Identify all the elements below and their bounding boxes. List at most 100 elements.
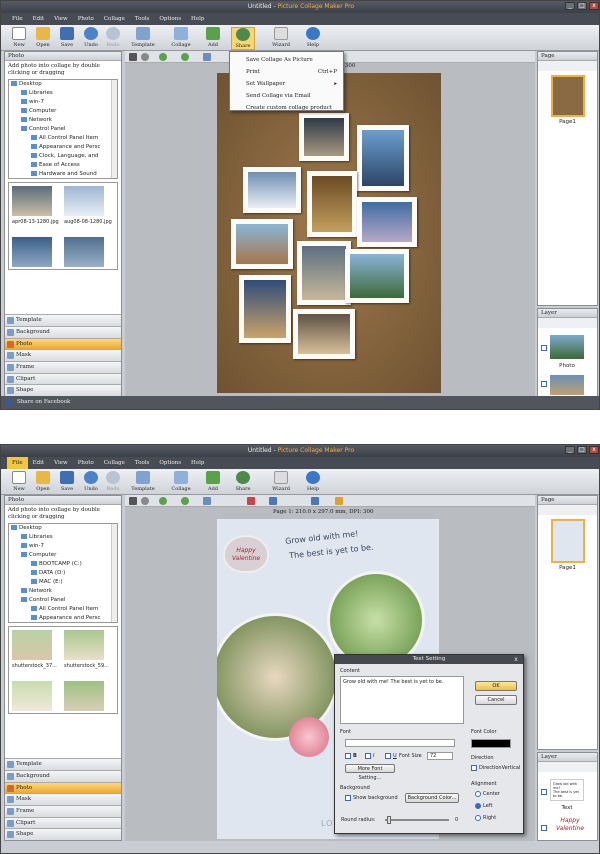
menu-photo[interactable]: Photo (73, 13, 99, 25)
tab-background[interactable]: Background (5, 769, 121, 782)
tree-item[interactable]: Appearance and Persc (9, 614, 117, 622)
maximize-icon[interactable]: □ (577, 446, 587, 454)
collage-photo[interactable] (239, 275, 291, 343)
thumbnail-image[interactable] (12, 681, 52, 711)
tab-clipart[interactable]: Clipart (5, 816, 121, 829)
align-left-radio[interactable] (475, 803, 481, 809)
new-button[interactable]: New (7, 27, 31, 48)
thumbnail-image[interactable] (12, 630, 52, 660)
collage-photo[interactable] (231, 219, 293, 269)
tree-item[interactable]: Hardware and Sound (9, 170, 117, 178)
close-icon[interactable]: x (512, 656, 520, 663)
direction-vertical-checkbox[interactable] (471, 765, 477, 771)
tab-photo[interactable]: Photo (5, 337, 121, 350)
slider-handle[interactable] (387, 816, 391, 824)
layer-thumbnail[interactable]: Grow old with me! The best is yet to be. (550, 779, 584, 801)
layer-checkbox[interactable] (541, 789, 547, 795)
menu-help[interactable]: Help (186, 457, 209, 469)
layer-checkbox[interactable] (541, 381, 547, 387)
folder-tree[interactable]: Desktop Libraries win-7 Computer BOOTCAM… (8, 523, 118, 623)
layout-icon[interactable] (269, 497, 277, 505)
tree-item[interactable]: Computer (9, 107, 117, 116)
underline-checkbox[interactable] (385, 753, 391, 759)
tab-photo[interactable]: Photo (5, 781, 121, 794)
up-arrow-icon[interactable] (159, 53, 167, 61)
collage-photo[interactable] (357, 125, 409, 191)
tab-shape[interactable]: Shape (5, 828, 121, 840)
tab-mask[interactable]: Mask (5, 793, 121, 805)
tree-item[interactable]: Desktop (9, 524, 117, 533)
thumbnail-image[interactable] (12, 186, 52, 216)
template-button[interactable]: Template (129, 471, 157, 492)
open-button[interactable]: Open (31, 27, 55, 48)
help-button[interactable]: Help (301, 27, 325, 48)
round-radius-slider[interactable] (385, 819, 449, 821)
person-icon[interactable] (129, 497, 137, 505)
menu-collage[interactable]: Collage (99, 13, 130, 25)
open-button[interactable]: Open (31, 471, 55, 492)
create-product-item[interactable]: Create custom collage product (230, 102, 343, 114)
minimize-icon[interactable]: _ (565, 446, 575, 454)
add-button[interactable]: Add (201, 471, 225, 492)
tree-item[interactable]: MAC (E:) (9, 578, 117, 587)
collage-button[interactable]: Collage (169, 27, 193, 48)
tree-item[interactable]: Control Panel (9, 125, 117, 134)
share-button[interactable]: Share (231, 471, 255, 492)
person-icon[interactable] (129, 53, 137, 61)
menu-file[interactable]: File (7, 13, 28, 25)
menu-edit[interactable]: Edit (28, 457, 50, 469)
bold-checkbox[interactable] (345, 753, 351, 759)
heart-badge[interactable]: Happy Valentine (223, 535, 269, 573)
menu-options[interactable]: Options (154, 457, 186, 469)
tree-item[interactable]: Computer (9, 551, 117, 560)
layer-thumbnail[interactable]: Happy Valentine (550, 817, 590, 839)
collage-photo[interactable] (307, 171, 357, 237)
tab-template[interactable]: Template (5, 314, 121, 326)
undo-button[interactable]: Undo (79, 27, 103, 48)
page-thumbnail[interactable] (550, 519, 585, 563)
tree-item[interactable]: win-7 (9, 98, 117, 107)
tree-item[interactable]: All Control Panel Item (9, 605, 117, 614)
close-icon[interactable]: x (589, 446, 599, 454)
crop-icon[interactable] (335, 497, 343, 505)
align-icon[interactable] (141, 497, 149, 505)
tree-item[interactable]: Ease of Access (9, 161, 117, 170)
menu-view[interactable]: View (49, 457, 73, 469)
content-textarea[interactable]: Grow old with me! The best is yet to be. (340, 676, 464, 724)
thumbnail-image[interactable] (64, 630, 104, 660)
tree-item[interactable]: Control Panel (9, 596, 117, 605)
tree-item[interactable]: Appearance and Persc (9, 143, 117, 152)
more-font-setting-button[interactable]: More Font Setting... (345, 764, 395, 781)
tree-item[interactable]: Desktop (9, 80, 117, 89)
thumbnail-image[interactable] (12, 237, 52, 267)
menu-edit[interactable]: Edit (28, 13, 50, 25)
tree-scrollbar[interactable] (111, 80, 117, 178)
layer-checkbox[interactable] (541, 825, 547, 831)
thumbnail-image[interactable] (64, 186, 104, 216)
wizard-button[interactable]: Wizard (269, 471, 293, 492)
collage-page[interactable] (217, 73, 441, 393)
delete-icon[interactable] (247, 497, 255, 505)
tree-item[interactable]: All Control Panel Item (9, 134, 117, 143)
menu-help[interactable]: Help (186, 13, 209, 25)
menu-photo[interactable]: Photo (73, 457, 99, 469)
folder-tree[interactable]: Desktop Libraries win-7 Computer Network… (8, 79, 118, 179)
menu-view[interactable]: View (49, 13, 73, 25)
down-arrow-icon[interactable] (181, 53, 189, 61)
template-button[interactable]: Template (129, 27, 157, 48)
new-button[interactable]: New (7, 471, 31, 492)
collage-photo[interactable] (243, 167, 301, 213)
layer-thumbnail[interactable] (550, 335, 584, 359)
cancel-button[interactable]: Cancel (475, 695, 517, 705)
redo-button[interactable]: Redo (101, 27, 125, 48)
collage-photo[interactable] (293, 309, 355, 359)
wizard-button[interactable]: Wizard (269, 27, 293, 48)
tree-item[interactable]: BOOTCAMP (C:) (9, 560, 117, 569)
layout-icon[interactable] (311, 497, 319, 505)
show-background-checkbox[interactable] (345, 795, 351, 801)
send-via-email-item[interactable]: Send Collage via Email (230, 90, 343, 102)
status-bar[interactable]: Share on Facebook (1, 396, 599, 409)
collage-photo[interactable] (345, 249, 409, 303)
tree-item[interactable]: win-7 (9, 542, 117, 551)
collage-photo[interactable] (357, 197, 417, 247)
